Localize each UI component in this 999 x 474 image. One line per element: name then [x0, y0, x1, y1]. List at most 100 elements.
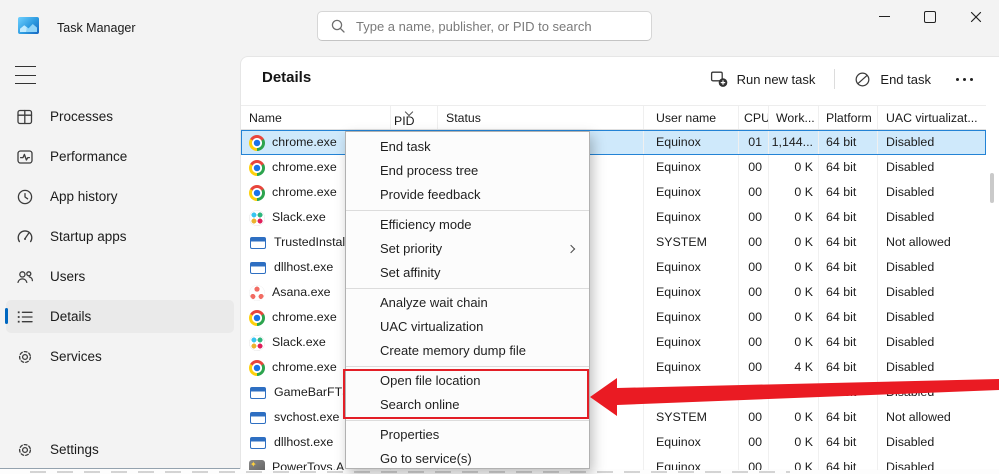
context-menu-item[interactable]: Provide feedback [346, 183, 589, 207]
context-menu-item[interactable] [346, 420, 589, 421]
sidebar-item-label: Details [50, 309, 91, 324]
search-input[interactable]: Type a name, publisher, or PID to search [317, 11, 652, 41]
context-menu-item[interactable]: Analyze wait chain [346, 291, 589, 315]
slash-circle-icon [854, 71, 871, 88]
working-set-cell: 1,144... [769, 130, 819, 155]
user-name-cell: Equinox [644, 355, 739, 380]
run-new-task-button[interactable]: Run new task [701, 65, 825, 93]
context-menu-item[interactable]: End task [346, 135, 589, 159]
sidebar-item-details[interactable]: Details [6, 300, 234, 333]
more-options-button[interactable] [956, 78, 973, 81]
grid-icon [16, 108, 34, 126]
sidebar-nav: Processes Performance App history Startu… [6, 100, 234, 373]
platform-cell: 64 bit [819, 255, 878, 280]
list-icon [16, 308, 34, 326]
sidebar-item-services[interactable]: Services [6, 340, 234, 373]
column-header-uac-virtualization[interactable]: UAC virtualizat... [878, 106, 986, 129]
user-name-cell: Equinox [644, 330, 739, 355]
context-menu-item[interactable] [346, 366, 589, 367]
maximize-button[interactable] [907, 0, 953, 33]
task-manager-logo-icon [18, 17, 39, 34]
sidebar-item-processes[interactable]: Processes [6, 100, 234, 133]
working-set-cell: 0 K [769, 180, 819, 205]
user-name-cell: Equinox [644, 255, 739, 280]
uac-virtualization-cell: Disabled [878, 305, 986, 330]
minimize-button[interactable] [861, 0, 907, 33]
column-header-status[interactable]: Status [438, 106, 644, 129]
uac-virtualization-cell: Disabled [878, 180, 986, 205]
people-icon [16, 268, 34, 286]
cpu-cell: 00 [739, 455, 769, 470]
working-set-cell: 0 K [769, 205, 819, 230]
uac-virtualization-cell: Disabled [878, 155, 986, 180]
sidebar-item-app-history[interactable]: App history [6, 180, 234, 213]
platform-cell: 64 bit [819, 330, 878, 355]
gear-icon [16, 348, 34, 366]
context-menu-item[interactable]: Go to service(s) [346, 447, 589, 471]
table-header: Name PID Status User name CPU Work... Pl… [241, 105, 986, 130]
search-placeholder: Type a name, publisher, or PID to search [356, 19, 592, 34]
new-window-plus-icon [710, 70, 728, 88]
context-menu-item[interactable]: Efficiency mode [346, 213, 589, 237]
uac-virtualization-cell: Not allowed [878, 230, 986, 255]
user-name-cell: SYSTEM [644, 230, 739, 255]
context-menu-item[interactable]: UAC virtualization [346, 315, 589, 339]
context-menu-item[interactable]: End process tree [346, 159, 589, 183]
context-menu-item[interactable]: Properties [346, 423, 589, 447]
sidebar-item-label: Settings [50, 442, 99, 457]
gauge-icon [16, 228, 34, 246]
toolbar-divider [834, 69, 835, 89]
uac-virtualization-cell: Disabled [878, 255, 986, 280]
close-button[interactable] [953, 0, 999, 33]
pulse-icon [16, 148, 34, 166]
platform-cell: 64 bit [819, 455, 878, 470]
sidebar-item-label: Performance [50, 149, 127, 164]
hamburger-menu-button[interactable] [15, 66, 36, 84]
cpu-cell: 00 [739, 280, 769, 305]
context-menu-item[interactable]: Create memory dump file [346, 339, 589, 363]
uac-virtualization-cell: Disabled [878, 380, 986, 405]
column-header-platform[interactable]: Platform [819, 106, 878, 129]
user-name-cell: Equinox [644, 180, 739, 205]
annotation-highlight-box [343, 369, 589, 419]
toolbar: Run new task End task [701, 64, 987, 94]
user-name-cell: SYSTEM [644, 405, 739, 430]
context-menu-item[interactable] [346, 210, 589, 211]
platform-cell: 64 bit [819, 130, 878, 155]
context-menu-item[interactable] [346, 288, 589, 289]
run-new-task-label: Run new task [737, 72, 816, 87]
process-icon [249, 360, 265, 376]
process-icon [249, 310, 265, 326]
cpu-cell: 00 [739, 355, 769, 380]
sidebar-item-users[interactable]: Users [6, 260, 234, 293]
sidebar-item-startup-apps[interactable]: Startup apps [6, 220, 234, 253]
column-header-working-set[interactable]: Work... [769, 106, 819, 129]
sidebar-item-label: Startup apps [50, 229, 127, 244]
search-icon [330, 18, 346, 34]
process-icon [249, 210, 265, 226]
process-icon [249, 160, 265, 176]
working-set-cell: 0 K [769, 430, 819, 455]
sidebar-item-settings[interactable]: Settings [6, 433, 234, 466]
cpu-cell: 00 [739, 430, 769, 455]
task-manager-window: Task Manager Type a name, publisher, or … [0, 0, 999, 469]
column-header-pid[interactable]: PID [391, 106, 438, 129]
user-name-cell: Equinox [644, 455, 739, 470]
platform-cell: 64 bit [819, 155, 878, 180]
sidebar-item-label: Users [50, 269, 85, 284]
working-set-cell: 0 K [769, 455, 819, 470]
process-icon [250, 262, 266, 274]
column-header-name[interactable]: Name [241, 106, 391, 129]
minimize-icon [879, 16, 890, 17]
user-name-cell: Equinox [644, 280, 739, 305]
user-name-cell: Equinox [644, 205, 739, 230]
context-menu-item[interactable]: Set affinity [346, 261, 589, 285]
context-menu-item[interactable]: Set priority [346, 237, 589, 261]
cpu-cell: 00 [739, 305, 769, 330]
process-icon [249, 185, 265, 201]
column-header-user-name[interactable]: User name [644, 106, 739, 129]
sidebar-item-performance[interactable]: Performance [6, 140, 234, 173]
end-task-button[interactable]: End task [845, 66, 940, 93]
column-header-cpu[interactable]: CPU [739, 106, 769, 129]
vertical-scrollbar[interactable] [990, 173, 994, 203]
